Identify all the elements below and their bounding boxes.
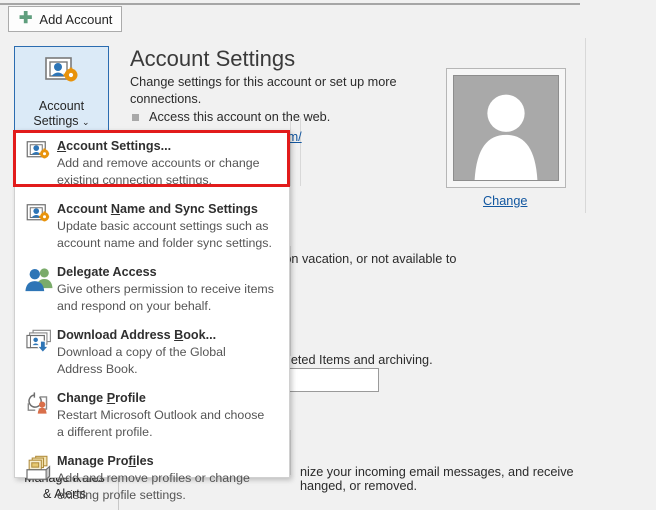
menu-item-text: Download Address Book... Download a copy… <box>57 327 283 377</box>
menu-item-delegate-access[interactable]: Delegate Access Give others permission t… <box>15 257 289 320</box>
menu-item-subtitle-line2: existing connection settings. <box>57 172 283 188</box>
background-divider-3 <box>290 430 291 475</box>
ribbon-top-divider <box>0 3 580 5</box>
menu-item-accelerator: B <box>174 328 183 342</box>
menu-item-text: Manage Profiles Add and remove profiles … <box>57 453 283 503</box>
menu-item-subtitle-line2: Address Book. <box>57 361 283 377</box>
web-access-text: Access this account on the web. <box>149 110 330 124</box>
rules-text-line1: nize your incoming email messages, and r… <box>300 465 574 479</box>
menu-item-download-address-book[interactable]: Download Address Book... Download a copy… <box>15 320 289 383</box>
mailbox-size-field[interactable] <box>285 368 379 392</box>
menu-item-subtitle-line1: Add and remove profiles or change <box>57 470 283 486</box>
delegate-access-icon <box>23 264 57 314</box>
menu-item-title-rest: ame and Sync Settings <box>120 202 258 216</box>
menu-item-accelerator: P <box>107 391 115 405</box>
change-profile-icon <box>23 390 57 440</box>
background-divider-1 <box>290 118 291 186</box>
account-settings-icon <box>23 138 57 188</box>
bullet-square-icon <box>132 114 139 121</box>
account-settings-line1: Account <box>39 99 84 113</box>
account-settings-line2: Settings <box>33 114 78 128</box>
menu-item-title: Delegate Access <box>57 264 283 280</box>
menu-item-text: Change Profile Restart Microsoft Outlook… <box>57 390 283 440</box>
web-access-bullet: Access this account on the web. <box>132 110 330 124</box>
menu-item-title-rest: les <box>136 454 154 468</box>
download-address-book-icon <box>23 327 57 377</box>
menu-item-manage-profiles[interactable]: Manage Profiles Add and remove profiles … <box>15 446 289 509</box>
menu-item-subtitle-line1: Download a copy of the Global <box>57 344 283 360</box>
menu-item-title: Account Settings... <box>57 138 283 154</box>
menu-item-title-pre: Account <box>57 202 111 216</box>
menu-item-subtitle-line2: account name and folder sync settings. <box>57 235 283 251</box>
menu-item-subtitle-line2: and respond on your behalf. <box>57 298 283 314</box>
menu-item-subtitle-line1: Give others permission to receive items <box>57 281 283 297</box>
menu-item-title-pre: Manage Pro <box>57 454 128 468</box>
menu-item-title-rest: rofile <box>115 391 146 405</box>
menu-item-text: Delegate Access Give others permission t… <box>57 264 283 314</box>
background-divider-4 <box>300 118 301 186</box>
manage-profiles-icon <box>23 453 57 503</box>
menu-item-subtitle-line2: existing profile settings. <box>57 487 283 503</box>
account-photo-frame <box>446 68 566 188</box>
page-title: Account Settings <box>130 46 295 72</box>
menu-item-subtitle-line1: Restart Microsoft Outlook and choose <box>57 407 283 423</box>
chevron-down-icon[interactable]: ⌄ <box>82 117 90 127</box>
account-settings-icon <box>42 56 82 95</box>
menu-item-text: Account Name and Sync Settings Update ba… <box>57 201 283 251</box>
plus-icon: ✚ <box>19 11 32 27</box>
menu-item-title: Account Name and Sync Settings <box>57 201 283 217</box>
page-description: Change settings for this account or set … <box>130 74 420 108</box>
menu-item-title: Manage Profiles <box>57 453 283 469</box>
account-settings-ribbon-button[interactable]: Account Settings ⌄ <box>14 46 109 131</box>
account-settings-ribbon-label: Account Settings ⌄ <box>33 99 89 130</box>
account-name-sync-icon <box>23 201 57 251</box>
menu-item-text: Account Settings... Add and remove accou… <box>57 138 283 188</box>
add-account-button[interactable]: ✚ Add Account <box>8 6 122 32</box>
menu-item-title-pre: Change <box>57 391 107 405</box>
menu-item-title-pre: Dele <box>57 265 84 279</box>
menu-item-account-settings[interactable]: Account Settings... Add and remove accou… <box>15 131 289 194</box>
menu-item-change-profile[interactable]: Change Profile Restart Microsoft Outlook… <box>15 383 289 446</box>
menu-item-title-pre: Download Address <box>57 328 174 342</box>
rules-text-line2: hanged, or removed. <box>300 479 417 493</box>
menu-item-account-name-sync-settings[interactable]: Account Name and Sync Settings Update ba… <box>15 194 289 257</box>
menu-item-title-rest: ccount Settings... <box>66 139 171 153</box>
menu-item-subtitle-line2: a different profile. <box>57 424 283 440</box>
menu-item-title-rest: ook... <box>183 328 216 342</box>
background-divider-5 <box>585 38 586 213</box>
menu-item-accelerator: A <box>57 139 66 153</box>
menu-item-title: Download Address Book... <box>57 327 283 343</box>
menu-item-accelerator: N <box>111 202 120 216</box>
menu-item-accelerator: fi <box>128 454 136 468</box>
add-account-label: Add Account <box>39 12 112 27</box>
user-avatar-placeholder <box>453 75 559 181</box>
change-photo-link[interactable]: Change <box>483 194 527 208</box>
menu-item-subtitle-line1: Add and remove accounts or change <box>57 155 283 171</box>
menu-item-title-rest: ate Access <box>91 265 156 279</box>
menu-item-subtitle-line1: Update basic account settings such as <box>57 218 283 234</box>
menu-item-title: Change Profile <box>57 390 283 406</box>
account-settings-dropdown-menu[interactable]: Account Settings... Add and remove accou… <box>14 130 290 478</box>
